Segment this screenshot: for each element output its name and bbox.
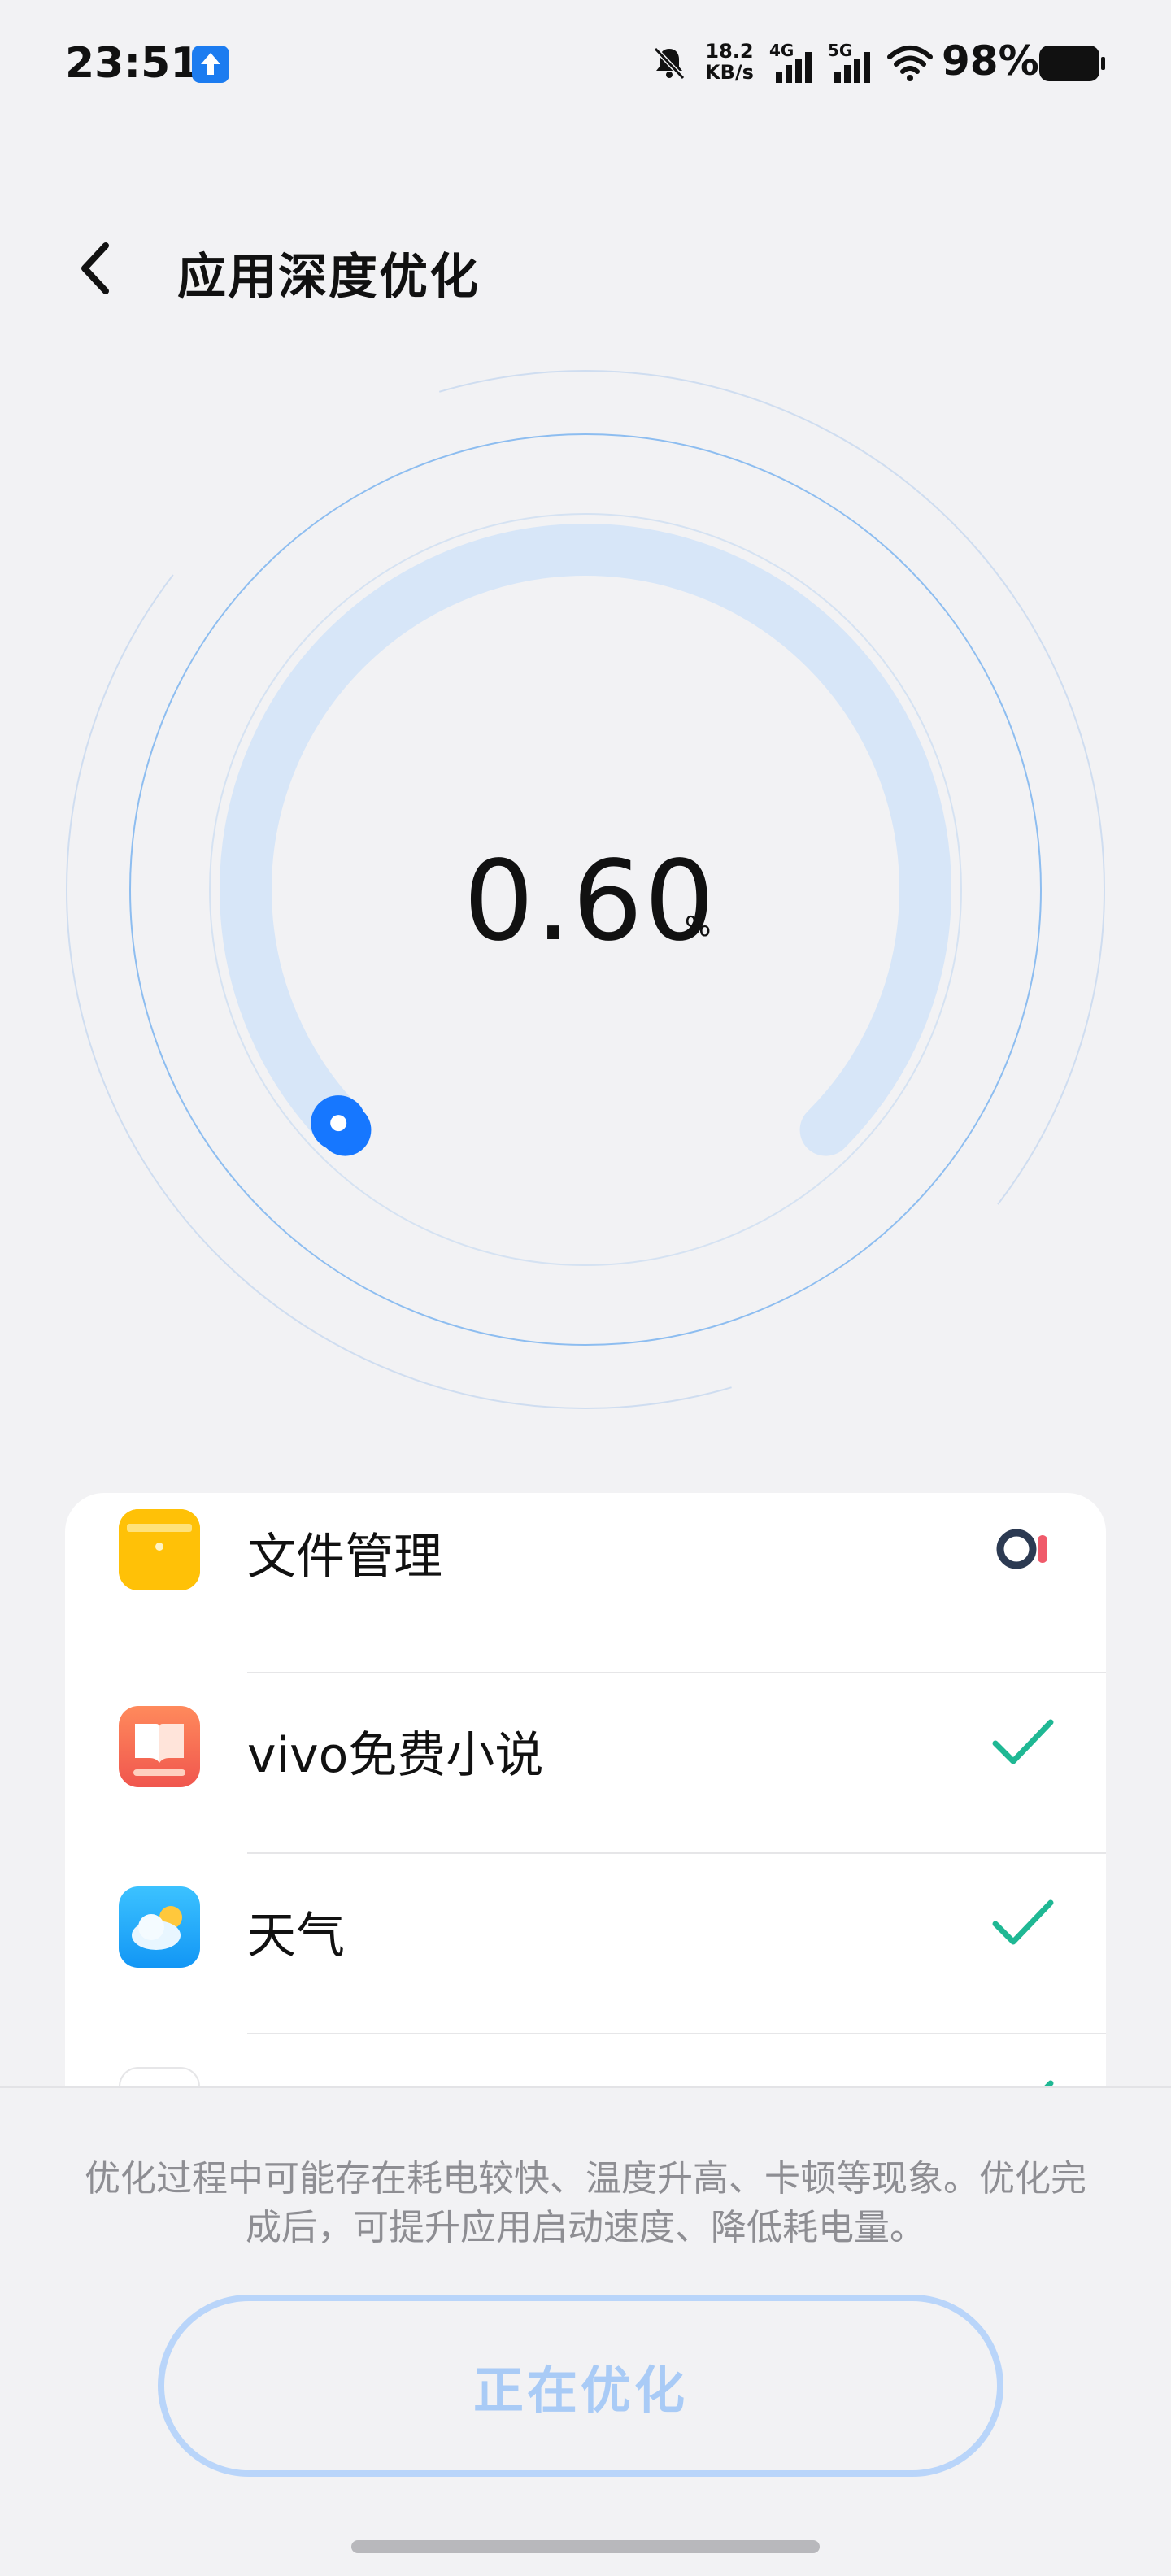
signal-bars-icon xyxy=(834,52,870,83)
back-arrow-icon[interactable] xyxy=(68,236,125,301)
optimizing-spinner-icon xyxy=(996,1529,1047,1569)
app-name: 文件管理 xyxy=(247,1529,442,1586)
wifi-icon xyxy=(887,46,933,81)
gauge-unit: % xyxy=(685,911,712,943)
optimizing-button[interactable]: 正在优化 xyxy=(158,2295,1003,2477)
optimization-notice: 优化过程中可能存在耗电较快、温度升高、卡顿等现象。优化完成后，可提升应用启动速度… xyxy=(85,2158,1086,2248)
file-manager-icon xyxy=(119,1509,200,1590)
app-name: vivo免费小说 xyxy=(247,1727,544,1784)
check-icon xyxy=(992,1899,1054,1945)
net-speed-unit: KB/s xyxy=(705,61,754,84)
optimizing-button-label: 正在优化 xyxy=(472,2361,688,2420)
battery-icon xyxy=(1039,46,1105,81)
gauge-value: 0.60 xyxy=(464,838,716,966)
signal-bars-icon xyxy=(776,52,812,83)
weather-app-icon xyxy=(119,1886,200,1968)
battery-percent: 98% xyxy=(942,37,1039,85)
net-speed: 18.2 KB/s xyxy=(704,41,755,83)
net-speed-value: 18.2 xyxy=(705,40,754,63)
page-title: 应用深度优化 xyxy=(177,249,480,306)
app-name: 天气 xyxy=(247,1908,345,1965)
app-list-card: 文件管理 vivo免费小说 天气 xyxy=(65,1493,1106,2095)
gauge-knob-dot xyxy=(330,1115,347,1132)
divider xyxy=(0,2086,1171,2088)
novel-app-icon xyxy=(119,1706,200,1787)
mute-bell-icon xyxy=(653,46,686,80)
upload-icon xyxy=(192,46,229,83)
list-item: 文件管理 xyxy=(65,1493,1106,1673)
list-item: 天气 xyxy=(65,1854,1106,2034)
check-icon xyxy=(992,1719,1054,1764)
list-item: vivo免费小说 xyxy=(65,1673,1106,1854)
status-time: 23:51 xyxy=(65,39,200,88)
list-item: 日历 xyxy=(65,2034,1106,2095)
home-indicator[interactable] xyxy=(351,2540,820,2553)
